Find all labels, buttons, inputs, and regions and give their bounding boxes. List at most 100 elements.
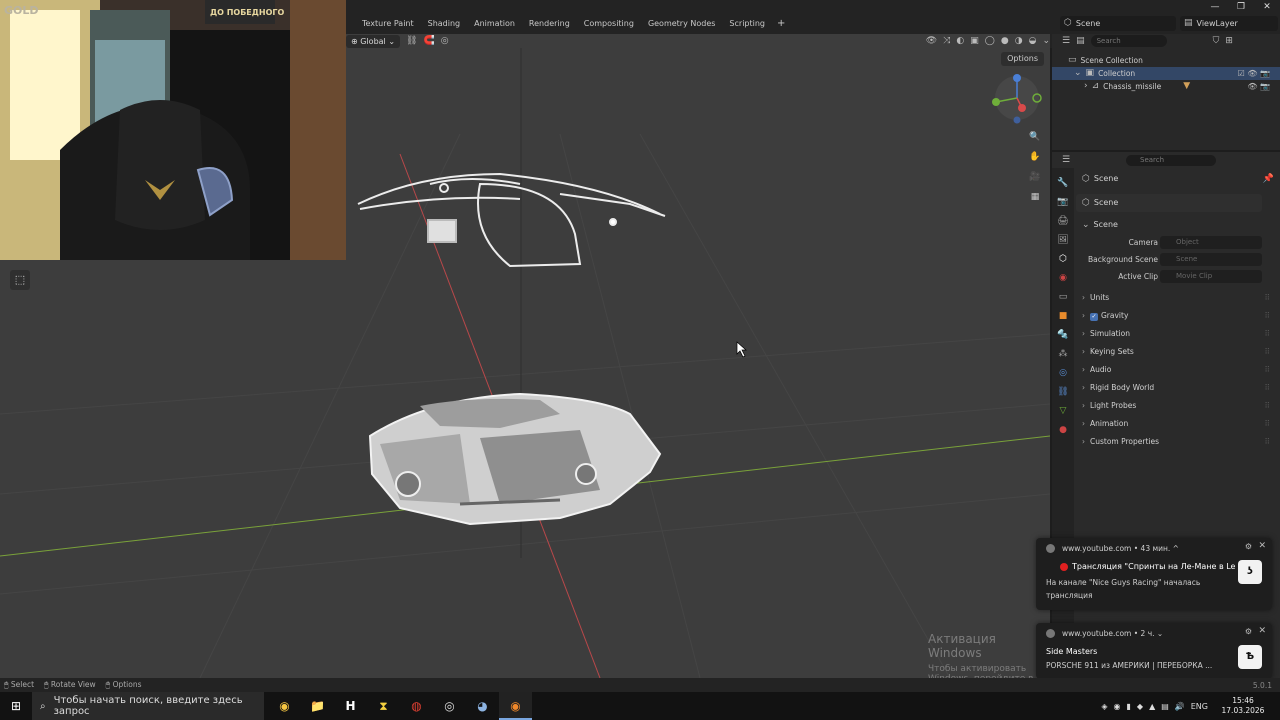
- notification-toast[interactable]: www.youtube.com • 43 мин. ^ ⚙ ✕ Трансляц…: [1036, 538, 1272, 610]
- section-keying-sets[interactable]: Keying Sets⠿: [1076, 343, 1280, 361]
- solid-shading-icon[interactable]: ●: [1001, 36, 1009, 46]
- scene-datablock-selector[interactable]: ⬡ Scene: [1076, 194, 1262, 212]
- particles-tab-icon[interactable]: ⁂: [1059, 347, 1068, 362]
- tool-tab-icon[interactable]: 🔧: [1057, 176, 1068, 191]
- tray-app-icon[interactable]: ▮: [1127, 702, 1131, 711]
- camera-view-icon[interactable]: 🎥: [1028, 170, 1042, 184]
- transform-orientation-dropdown[interactable]: ⊕ Global ⌄: [346, 34, 401, 48]
- language-indicator[interactable]: ENG: [1191, 702, 1208, 711]
- proportional-edit-icon[interactable]: ◎: [441, 36, 449, 46]
- tab-animation[interactable]: Animation: [468, 16, 521, 32]
- output-tab-icon[interactable]: 🖨: [1057, 214, 1068, 229]
- rendered-shading-icon[interactable]: ◒: [1029, 36, 1037, 46]
- background-scene-field[interactable]: Scene: [1160, 253, 1262, 266]
- section-simulation[interactable]: Simulation⠿: [1076, 325, 1280, 343]
- obs-app-icon[interactable]: ◎: [433, 692, 466, 720]
- scene-selector[interactable]: ⬡ Scene: [1060, 16, 1176, 31]
- tab-compositing[interactable]: Compositing: [578, 16, 640, 32]
- properties-editor-type-icon[interactable]: ☰: [1062, 156, 1070, 165]
- display-mode-icon[interactable]: ▤: [1076, 36, 1085, 46]
- modifier-tab-icon[interactable]: 🔩: [1057, 328, 1068, 343]
- close-icon[interactable]: ✕: [1258, 626, 1266, 636]
- add-workspace-button[interactable]: +: [773, 16, 785, 32]
- snap-icon[interactable]: 🧲: [423, 36, 434, 46]
- data-tab-icon[interactable]: ▽: [1060, 404, 1067, 419]
- material-shading-icon[interactable]: ◑: [1015, 36, 1023, 46]
- network-icon[interactable]: ▤: [1161, 702, 1169, 711]
- gear-icon[interactable]: ⚙: [1245, 627, 1252, 636]
- view-layer-selector[interactable]: ▤ ViewLayer: [1180, 16, 1278, 31]
- collection-visibility-controls[interactable]: ☑ 👁 📷: [1238, 67, 1270, 80]
- section-animation[interactable]: Animation⠿: [1076, 415, 1280, 433]
- section-gravity[interactable]: ✓Gravity⠿: [1076, 307, 1280, 325]
- outliner-search-input[interactable]: Search: [1090, 35, 1167, 47]
- outliner-row-object[interactable]: › ⊿ Chassis_missile ▼ 👁 📷: [1052, 80, 1280, 93]
- active-clip-field[interactable]: Movie Clip: [1160, 270, 1262, 283]
- taskbar-clock[interactable]: 15:46 17.03.2026: [1214, 696, 1272, 716]
- tray-app-icon[interactable]: ▲: [1149, 702, 1155, 711]
- chevron-right-icon[interactable]: ›: [1084, 82, 1088, 91]
- section-light-probes[interactable]: Light Probes⠿: [1076, 397, 1280, 415]
- close-button[interactable]: ✕: [1254, 0, 1280, 14]
- section-rigid-body-world[interactable]: Rigid Body World⠿: [1076, 379, 1280, 397]
- blender-app-icon[interactable]: ◉: [499, 692, 532, 720]
- tab-shading[interactable]: Shading: [422, 16, 467, 32]
- object-tab-icon[interactable]: ■: [1059, 309, 1068, 324]
- file-explorer-icon[interactable]: 📁: [301, 692, 334, 720]
- tab-geometry-nodes[interactable]: Geometry Nodes: [642, 16, 721, 32]
- visibility-icon[interactable]: 👁: [926, 36, 937, 46]
- chrome-app-icon[interactable]: ◍: [400, 692, 433, 720]
- section-units[interactable]: Units⠿: [1076, 289, 1280, 307]
- section-custom-properties[interactable]: Custom Properties⠿: [1076, 433, 1280, 451]
- pin-icon[interactable]: 📌: [1263, 174, 1274, 184]
- material-tab-icon[interactable]: ●: [1059, 423, 1067, 438]
- steam-app-icon[interactable]: ◕: [466, 692, 499, 720]
- tab-texture-paint[interactable]: Texture Paint: [356, 16, 420, 32]
- tray-app-icon[interactable]: ◆: [1137, 702, 1143, 711]
- close-icon[interactable]: ✕: [1258, 541, 1266, 551]
- gravity-checkbox[interactable]: ✓: [1090, 313, 1098, 321]
- pan-hand-icon[interactable]: ✋: [1028, 150, 1042, 164]
- wireframe-shading-icon[interactable]: ◯: [985, 36, 995, 46]
- maximize-button[interactable]: ❐: [1228, 0, 1254, 14]
- outliner-row-collection[interactable]: ⌄ ▣ Collection ☑ 👁 📷: [1052, 67, 1280, 80]
- outliner-row-scene-collection[interactable]: ▭ Scene Collection: [1052, 54, 1280, 67]
- windows-start-icon[interactable]: ⊞: [8, 698, 24, 714]
- tab-scripting[interactable]: Scripting: [723, 16, 771, 32]
- grid-view-icon[interactable]: ▦: [1028, 190, 1042, 204]
- gear-icon[interactable]: ⚙: [1245, 542, 1252, 551]
- physics-tab-icon[interactable]: ◎: [1059, 366, 1067, 381]
- filter-icon[interactable]: ⛉: [1213, 36, 1220, 46]
- viewport-options-button[interactable]: Options: [1001, 52, 1044, 66]
- scene-panel-header[interactable]: ⌄ Scene: [1076, 216, 1280, 234]
- view-layer-tab-icon[interactable]: 🖼: [1057, 233, 1068, 248]
- minimize-button[interactable]: —: [1202, 0, 1228, 14]
- add-cube-tool-icon[interactable]: ⬚: [10, 270, 30, 290]
- gizmo-toggle-icon[interactable]: ⤨: [943, 36, 950, 46]
- object-visibility-controls[interactable]: 👁 📷: [1247, 80, 1270, 93]
- new-collection-icon[interactable]: ⊞: [1225, 36, 1233, 46]
- render-tab-icon[interactable]: 📷: [1057, 195, 1068, 210]
- properties-search-input[interactable]: Search: [1126, 155, 1216, 166]
- volume-icon[interactable]: 🔊: [1175, 702, 1185, 711]
- overlays-icon[interactable]: ◐: [956, 36, 964, 46]
- tab-rendering[interactable]: Rendering: [523, 16, 576, 32]
- hotkey-app-icon[interactable]: H: [334, 692, 367, 720]
- pivot-icon[interactable]: ⛓: [406, 36, 417, 46]
- navigation-gizmo[interactable]: [992, 74, 1042, 124]
- collection-tab-icon[interactable]: ▭: [1059, 290, 1068, 305]
- zoom-icon[interactable]: 🔍: [1028, 130, 1042, 144]
- tray-app-icon[interactable]: ◈: [1101, 702, 1107, 711]
- xray-icon[interactable]: ▣: [970, 36, 979, 46]
- norton-app-icon[interactable]: ⧗: [367, 692, 400, 720]
- taskbar-search-box[interactable]: ⌕ Чтобы начать поиск, введите здесь запр…: [32, 692, 264, 720]
- shading-options-icon[interactable]: ⌄: [1042, 36, 1050, 46]
- widget-app-icon[interactable]: ◉: [268, 692, 301, 720]
- camera-field[interactable]: Object: [1160, 236, 1262, 249]
- world-tab-icon[interactable]: ◉: [1059, 271, 1067, 286]
- scene-tab-icon[interactable]: ⬡: [1059, 252, 1067, 267]
- notification-toast[interactable]: www.youtube.com • 2 ч. ⌄ ⚙ ✕ Side Master…: [1036, 623, 1272, 679]
- constraints-tab-icon[interactable]: ⛓: [1057, 385, 1068, 400]
- chevron-down-icon[interactable]: ⌄: [1074, 69, 1082, 78]
- editor-type-icon[interactable]: ☰: [1062, 36, 1070, 46]
